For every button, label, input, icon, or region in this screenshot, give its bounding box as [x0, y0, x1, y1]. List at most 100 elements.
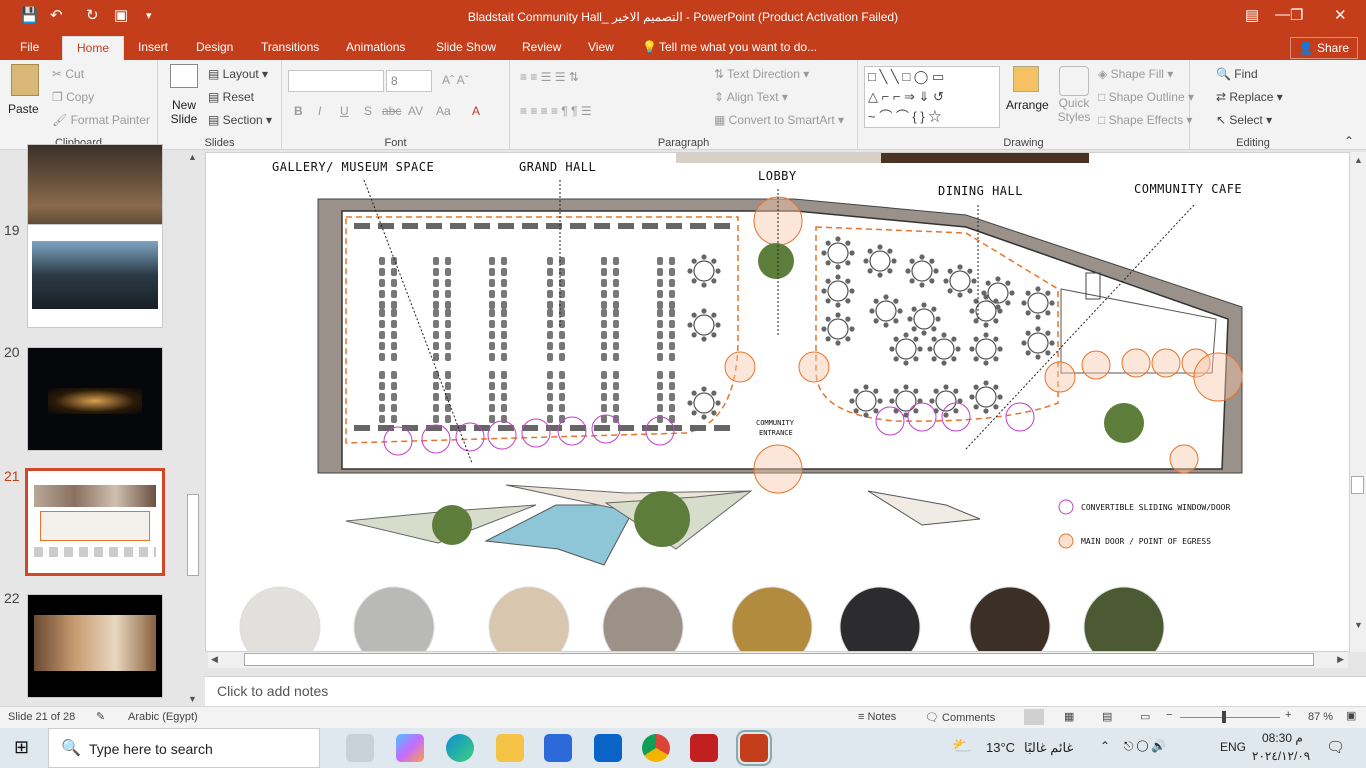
slide-vertical-scrollbar[interactable]: ▲ ▼	[1350, 152, 1366, 652]
slide-thumbnail-20[interactable]	[27, 347, 163, 451]
dining-table	[975, 386, 997, 408]
layout-button[interactable]: ▤ Layout ▾	[208, 67, 268, 81]
slide-thumbnail-19[interactable]	[27, 224, 163, 328]
slide-canvas[interactable]: GALLERY/ MUSEUM SPACE GRAND HALL LOBBY D…	[205, 152, 1350, 652]
close-button[interactable]: ✕	[1334, 6, 1347, 24]
share-button[interactable]: 👤 Share	[1289, 37, 1358, 59]
slide-scroll-thumb[interactable]	[1351, 476, 1364, 494]
clock-time[interactable]: 08:30 م	[1262, 731, 1303, 745]
zoom-level[interactable]: 87 %	[1308, 711, 1333, 723]
reset-button[interactable]: ▤ Reset	[208, 90, 254, 104]
seat	[489, 331, 495, 339]
tab-review[interactable]: Review	[522, 40, 561, 54]
tell-me-box[interactable]: Tell me what you want to do...	[659, 40, 817, 54]
thumbnail-scrollbar[interactable]: ▲ ▼	[186, 152, 200, 704]
taskbar-search-box[interactable]: 🔍 Type here to search	[48, 728, 320, 768]
tab-design[interactable]: Design	[196, 40, 233, 54]
thumbnail-scroll-thumb[interactable]	[187, 494, 199, 576]
store-icon[interactable]	[544, 734, 572, 762]
task-view-icon[interactable]	[346, 734, 374, 762]
file-explorer-icon[interactable]	[496, 734, 524, 762]
copy-button[interactable]: ❐ Copy	[52, 90, 94, 104]
cut-button[interactable]: ✂ Cut	[52, 67, 84, 81]
smartart-button[interactable]: ▦ Convert to SmartArt ▾	[714, 113, 844, 127]
fit-to-window-icon[interactable]: ▣	[1346, 709, 1356, 722]
font-color-icon[interactable]: A	[472, 104, 480, 118]
outlook-icon[interactable]	[594, 734, 622, 762]
paste-button[interactable]: Paste	[8, 64, 42, 126]
tab-slide-show[interactable]: Slide Show	[436, 40, 496, 54]
align-icons[interactable]: ≡ ≡ ≡ ≡ ¶ ¶ ☰	[520, 104, 592, 118]
shadow-button[interactable]: S	[364, 104, 372, 118]
comments-button[interactable]: 🗨 Comments	[925, 711, 995, 724]
normal-view-icon[interactable]	[1024, 709, 1044, 725]
zoom-slider[interactable]	[1180, 717, 1280, 718]
notes-button[interactable]: ≡ Notes	[858, 711, 896, 723]
copilot-icon[interactable]	[396, 734, 424, 762]
grow-font-icon[interactable]: Aˆ Aˇ	[442, 73, 469, 87]
clock-date[interactable]: ٢٠٢٤/١٢/٠٩	[1252, 749, 1310, 763]
chrome-icon[interactable]	[642, 734, 670, 762]
slideshow-view-icon[interactable]: ▭	[1140, 710, 1150, 723]
network-icon[interactable]: ⎋ ◯ 🔊	[1124, 739, 1166, 754]
reading-view-icon[interactable]: ▤	[1102, 710, 1112, 723]
slide-horizontal-scrollbar[interactable]: ◀ ▶	[208, 652, 1348, 668]
text-direction-button[interactable]: ⇅ Text Direction ▾	[714, 67, 809, 81]
align-text-button[interactable]: ⇕ Align Text ▾	[714, 90, 788, 104]
tab-transitions[interactable]: Transitions	[261, 40, 319, 54]
show-hidden-icons[interactable]: ⌃	[1100, 739, 1110, 753]
find-button[interactable]: 🔍 Find	[1216, 67, 1258, 81]
font-size-input[interactable]: 8	[386, 70, 432, 92]
font-name-input[interactable]	[288, 70, 384, 92]
slide-sorter-icon[interactable]: ▦	[1064, 710, 1074, 723]
zoom-in-icon[interactable]: +	[1285, 709, 1291, 721]
arrange-button[interactable]: Arrange	[1006, 66, 1049, 112]
seat	[489, 393, 495, 401]
shape-outline-button[interactable]: □ Shape Outline ▾	[1098, 90, 1194, 104]
new-slide-button[interactable]: New Slide	[166, 64, 202, 126]
restore-button[interactable]: ❐	[1290, 6, 1303, 24]
weather-temp[interactable]: 13°C	[986, 740, 1015, 755]
weather-desc[interactable]: غائم غالبًا	[1024, 740, 1073, 756]
input-language[interactable]: ENG	[1220, 740, 1246, 754]
shape-effects-button[interactable]: □ Shape Effects ▾	[1098, 113, 1192, 127]
shape-fill-button[interactable]: ◈ Shape Fill ▾	[1098, 67, 1173, 81]
language-indicator[interactable]: Arabic (Egypt)	[128, 711, 198, 723]
slide-thumbnail-21[interactable]	[25, 468, 165, 576]
quick-styles-button[interactable]: Quick Styles	[1052, 66, 1096, 124]
collapse-ribbon-icon[interactable]: ⌃	[1344, 134, 1354, 148]
char-spacing-icon[interactable]: AV	[408, 104, 423, 118]
edge-icon[interactable]	[446, 734, 474, 762]
tab-file[interactable]: File	[20, 40, 39, 54]
horizontal-scroll-thumb[interactable]	[244, 653, 1314, 666]
powerpoint-icon[interactable]	[736, 730, 772, 766]
notification-icon[interactable]: 🗨	[1326, 738, 1345, 756]
replace-button[interactable]: ⇄ Replace ▾	[1216, 90, 1283, 104]
minimize-button[interactable]: —	[1275, 6, 1290, 23]
tab-view[interactable]: View	[588, 40, 614, 54]
zoom-slider-thumb[interactable]	[1222, 711, 1226, 723]
windows-start-icon[interactable]: ⊞	[14, 737, 29, 758]
italic-button[interactable]: I	[318, 104, 321, 118]
spellcheck-icon[interactable]: ✎	[96, 710, 105, 723]
seat	[669, 371, 675, 379]
shapes-gallery[interactable]: □ ╲ ╲ □ ◯ ▭ △ ⌐ ⌐ ⇒ ⇓ ↺ ~ ⌒ ⌒ { } ☆	[864, 66, 1000, 128]
underline-button[interactable]: U	[340, 104, 349, 118]
change-case-icon[interactable]: Aa	[436, 104, 451, 118]
zoom-out-icon[interactable]: −	[1166, 709, 1172, 721]
acrobat-icon[interactable]	[690, 734, 718, 762]
seat	[501, 353, 507, 361]
ribbon-display-icon[interactable]: ▤	[1245, 6, 1259, 24]
tab-home[interactable]: Home	[62, 36, 125, 60]
tab-animations[interactable]: Animations	[346, 40, 405, 54]
slide-thumbnail-22[interactable]	[27, 594, 163, 698]
strikethrough-button[interactable]: abc	[382, 104, 401, 118]
section-button[interactable]: ▤ Section ▾	[208, 113, 272, 127]
bold-button[interactable]: B	[294, 104, 303, 118]
styles-label: Styles	[1057, 110, 1091, 124]
select-button[interactable]: ↖ Select ▾	[1216, 113, 1272, 127]
format-painter-button[interactable]: 🖌 Format Painter	[52, 113, 150, 127]
notes-pane[interactable]: Click to add notes	[205, 676, 1366, 706]
bullets-icon[interactable]: ≡ ≡ ☰ ☰ ⇅	[520, 70, 579, 84]
tab-insert[interactable]: Insert	[138, 40, 168, 54]
